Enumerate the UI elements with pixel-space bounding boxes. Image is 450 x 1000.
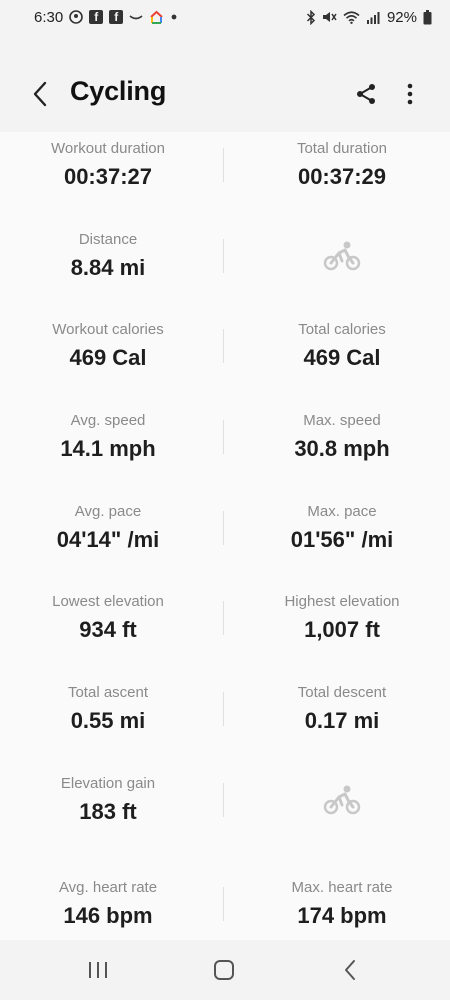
metric-value: 0.55 mi xyxy=(70,708,146,733)
more-options-button[interactable] xyxy=(392,76,428,112)
location-icon xyxy=(69,10,84,24)
metric-value: 00:37:27 xyxy=(63,164,153,189)
metric-avg-heart-rate: Avg. heart rate 146 bpm xyxy=(0,879,216,929)
metric-total-ascent: Total ascent 0.55 mi xyxy=(0,684,216,734)
recent-apps-button[interactable] xyxy=(78,954,118,986)
metric-value: 30.8 mph xyxy=(294,436,390,461)
metric-label: Elevation gain xyxy=(60,775,156,792)
metric-value: 183 ft xyxy=(79,799,137,824)
metric-total-descent: Total descent 0.17 mi xyxy=(234,684,450,734)
back-icon xyxy=(345,960,355,980)
metric-elevation-gain: Elevation gain 183 ft xyxy=(0,775,216,825)
system-nav-bar xyxy=(0,940,450,1000)
metric-label: Max. heart rate xyxy=(291,879,393,896)
metric-value: 0.17 mi xyxy=(304,708,380,733)
metric-max-speed: Max. speed 30.8 mph xyxy=(234,412,450,462)
app-bar: Cycling xyxy=(0,56,450,132)
metric-value: 469 Cal xyxy=(303,345,381,370)
metric-label: Max. speed xyxy=(303,412,381,429)
metric-max-pace: Max. pace 01'56" /mi xyxy=(234,503,450,553)
back-button[interactable] xyxy=(22,74,58,114)
wifi-icon xyxy=(343,10,360,24)
chevron-left-icon xyxy=(33,81,47,107)
column-divider xyxy=(223,887,224,921)
home-button[interactable] xyxy=(204,954,244,986)
metric-label: Highest elevation xyxy=(284,593,400,610)
metric-max-heart-rate: Max. heart rate 174 bpm xyxy=(234,879,450,929)
share-button[interactable] xyxy=(348,76,384,112)
facebook-icon: f xyxy=(109,10,124,24)
metric-label: Total descent xyxy=(297,684,387,701)
metric-total-calories: Total calories 469 Cal xyxy=(234,321,450,371)
share-icon xyxy=(357,84,375,104)
metric-label: Avg. heart rate xyxy=(58,879,158,896)
workout-details-card: Workout duration 00:37:27 Total duration… xyxy=(0,132,450,940)
metric-label: Avg. pace xyxy=(74,503,142,520)
metric-label: Distance xyxy=(78,231,138,248)
metric-workout-duration: Workout duration 00:37:27 xyxy=(0,140,216,190)
metric-value: 469 Cal xyxy=(69,345,147,370)
system-back-button[interactable] xyxy=(330,954,370,986)
metric-lowest-elevation: Lowest elevation 934 ft xyxy=(0,593,216,643)
metric-label: Avg. speed xyxy=(70,412,146,429)
metric-avg-pace: Avg. pace 04'14" /mi xyxy=(0,503,216,553)
metric-label: Workout calories xyxy=(52,321,164,338)
column-divider xyxy=(223,601,224,635)
metric-value: 8.84 mi xyxy=(70,255,146,280)
metric-highest-elevation: Highest elevation 1,007 ft xyxy=(234,593,450,643)
metric-value: 00:37:29 xyxy=(297,164,387,189)
cycling-icon xyxy=(322,240,362,272)
metric-value: 01'56" /mi xyxy=(290,527,394,552)
mute-icon xyxy=(322,10,337,24)
signal-icon xyxy=(366,11,381,24)
metric-value: 146 bpm xyxy=(63,903,153,928)
metric-value: 1,007 ft xyxy=(304,617,380,642)
recent-apps-icon xyxy=(89,962,107,978)
column-divider xyxy=(223,783,224,817)
metric-label: Workout duration xyxy=(51,140,165,157)
home-icon xyxy=(214,960,234,980)
page-title: Cycling xyxy=(70,76,167,106)
more-vertical-icon xyxy=(407,83,413,105)
metric-avg-speed: Avg. speed 14.1 mph xyxy=(0,412,216,462)
amazon-icon xyxy=(129,12,143,22)
metric-label: Lowest elevation xyxy=(52,593,164,610)
battery-level: 92% xyxy=(386,8,417,26)
column-divider xyxy=(223,329,224,363)
metric-label: Max. pace xyxy=(307,503,377,520)
column-divider xyxy=(223,148,224,182)
bluetooth-icon xyxy=(306,9,316,25)
battery-icon xyxy=(423,9,432,25)
dot-icon xyxy=(170,13,178,21)
metric-label: Total ascent xyxy=(67,684,149,701)
column-divider xyxy=(223,239,224,273)
metric-workout-calories: Workout calories 469 Cal xyxy=(0,321,216,371)
metric-distance: Distance 8.84 mi xyxy=(0,231,216,281)
status-time: 6:30 xyxy=(34,8,64,26)
metric-label: Total duration xyxy=(296,140,388,157)
metric-value: 934 ft xyxy=(79,617,137,642)
metric-total-duration: Total duration 00:37:29 xyxy=(234,140,450,190)
status-right: 92% xyxy=(306,9,432,26)
metric-label: Total calories xyxy=(298,321,386,338)
metric-value: 174 bpm xyxy=(297,903,387,928)
column-divider xyxy=(223,692,224,726)
cycling-icon xyxy=(322,784,362,816)
facebook-icon: f xyxy=(89,10,104,24)
metric-value: 04'14" /mi xyxy=(56,527,160,552)
status-bar: 6:30 f f 92% xyxy=(0,0,450,34)
column-divider xyxy=(223,420,224,454)
status-left: 6:30 f f xyxy=(34,9,178,26)
google-home-icon xyxy=(149,10,164,25)
column-divider xyxy=(223,511,224,545)
metric-value: 14.1 mph xyxy=(60,436,156,461)
